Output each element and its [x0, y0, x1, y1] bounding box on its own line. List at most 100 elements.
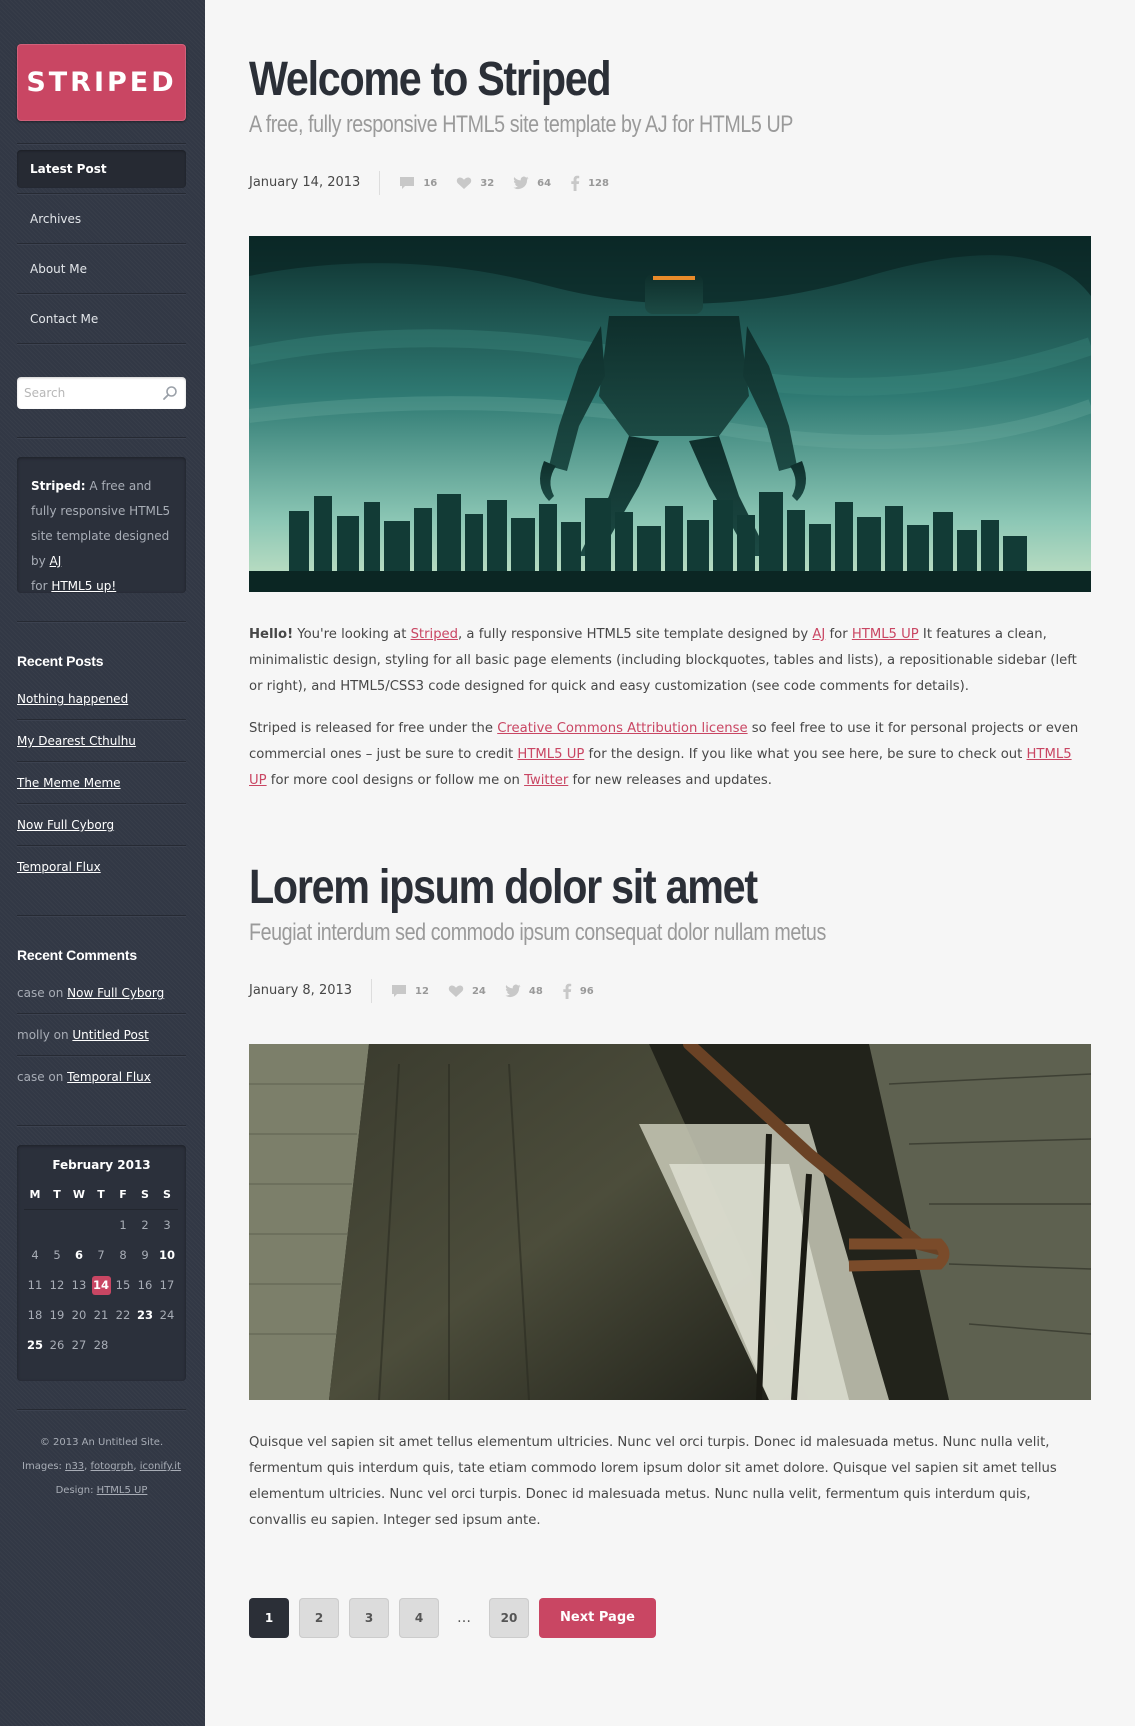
comment-post-link[interactable]: Untitled Post	[72, 1028, 148, 1042]
robot-city-image[interactable]	[249, 236, 1091, 592]
comment-on-text: on	[44, 1070, 68, 1084]
calendar-day[interactable]: 7	[90, 1240, 112, 1270]
sidebar-footer: © 2013 An Untitled Site. Images: n33, fo…	[17, 1431, 186, 1503]
calendar-day[interactable]: 19	[46, 1300, 68, 1330]
calendar-day[interactable]: 10	[156, 1240, 178, 1270]
shares-stat[interactable]: 128	[570, 175, 609, 191]
comment-post-link[interactable]: Temporal Flux	[67, 1070, 151, 1084]
calendar-day[interactable]: 12	[46, 1270, 68, 1300]
recent-post-link[interactable]: Now Full Cyborg	[17, 818, 114, 832]
post-meta: January 14, 2013 16 32 64 128	[249, 165, 1091, 201]
calendar-day-header: W	[68, 1180, 90, 1210]
recent-comments-section: Recent Comments case on Now Full Cyborg …	[17, 947, 186, 1097]
page-button-2[interactable]: 2	[299, 1598, 339, 1638]
calendar-day[interactable]: 13	[68, 1270, 90, 1300]
body-text: for the design. If you like what you see…	[584, 747, 1027, 762]
calendar-day[interactable]: 11	[24, 1270, 46, 1300]
calendar-day[interactable]: 18	[24, 1300, 46, 1330]
calendar-day[interactable]: 25	[24, 1330, 46, 1360]
shares-count: 96	[579, 985, 594, 997]
calendar-day[interactable]: 14	[90, 1270, 112, 1300]
next-page-button[interactable]: Next Page	[539, 1598, 656, 1638]
heart-icon	[457, 177, 472, 189]
calendar-day[interactable]: 28	[90, 1330, 112, 1360]
link-html5up[interactable]: HTML5 UP	[852, 627, 919, 642]
comment-post-link[interactable]: Now Full Cyborg	[67, 986, 164, 1000]
tweets-stat[interactable]: 48	[505, 984, 543, 998]
recent-post-link[interactable]: My Dearest Cthulhu	[17, 734, 136, 748]
pagination-ellipsis: …	[457, 1610, 471, 1626]
page-button-last[interactable]: 20	[489, 1598, 529, 1638]
calendar-day[interactable]: 3	[156, 1210, 178, 1240]
link-twitter[interactable]: Twitter	[524, 773, 568, 788]
calendar: February 2013 M T W T F S S 1 2 3 4 5 6 7 8 9 10 11 12 13 14…	[17, 1145, 186, 1381]
page-button-1[interactable]: 1	[249, 1598, 289, 1638]
likes-stat[interactable]: 24	[448, 984, 486, 998]
about-link-html5up[interactable]: HTML5 up!	[51, 579, 116, 593]
calendar-day[interactable]: 9	[134, 1240, 156, 1270]
recent-post-link[interactable]: Nothing happened	[17, 692, 128, 706]
calendar-day[interactable]: 22	[112, 1300, 134, 1330]
post-body: Quisque vel sapien sit amet tellus eleme…	[249, 1430, 1091, 1534]
calendar-day[interactable]: 20	[68, 1300, 90, 1330]
link-cc-license[interactable]: Creative Commons Attribution license	[497, 721, 747, 736]
search-icon[interactable]	[162, 385, 178, 401]
comments-stat[interactable]: 16	[399, 176, 437, 190]
nav-item-latest-post[interactable]: Latest Post	[17, 150, 186, 188]
link-aj[interactable]: AJ	[812, 627, 825, 642]
calendar-day[interactable]: 17	[156, 1270, 178, 1300]
calendar-day[interactable]: 5	[46, 1240, 68, 1270]
nav-item-archives[interactable]: Archives	[17, 200, 186, 238]
nav-item-contact-me[interactable]: Contact Me	[17, 300, 186, 338]
shares-stat[interactable]: 96	[562, 983, 594, 999]
credit-link-fotogrph[interactable]: fotogrph	[91, 1461, 134, 1472]
post-subtitle: A free, fully responsive HTML5 site temp…	[249, 111, 794, 138]
calendar-day[interactable]: 4	[24, 1240, 46, 1270]
link-striped[interactable]: Striped	[411, 627, 458, 642]
shares-count: 128	[588, 177, 609, 189]
site-logo[interactable]: STRIPED	[17, 44, 186, 121]
calendar-day[interactable]: 27	[68, 1330, 90, 1360]
post-subtitle: Feugiat interdum sed commodo ipsum conse…	[249, 919, 826, 946]
calendar-day[interactable]: 23	[134, 1300, 156, 1330]
recent-comments-heading: Recent Comments	[17, 947, 137, 963]
twitter-icon	[513, 176, 529, 190]
calendar-empty-cell	[68, 1210, 90, 1240]
credit-link-html5up[interactable]: HTML5 UP	[97, 1485, 148, 1496]
credit-link-n33[interactable]: n33	[65, 1461, 84, 1472]
link-html5up[interactable]: HTML5 UP	[517, 747, 584, 762]
calendar-grid: M T W T F S S 1 2 3 4 5 6 7 8 9 10 11 12 13 14 15 16 17 18 19 20 21…	[24, 1180, 186, 1360]
calendar-day[interactable]: 21	[90, 1300, 112, 1330]
stairwell-image[interactable]	[249, 1044, 1091, 1400]
calendar-day[interactable]: 6	[68, 1240, 90, 1270]
post-paragraph: Quisque vel sapien sit amet tellus eleme…	[249, 1435, 1057, 1528]
calendar-day[interactable]: 2	[134, 1210, 156, 1240]
page-button-3[interactable]: 3	[349, 1598, 389, 1638]
calendar-day[interactable]: 1	[112, 1210, 134, 1240]
nav-item-about-me[interactable]: About Me	[17, 250, 186, 288]
tweets-stat[interactable]: 64	[513, 176, 551, 190]
calendar-day[interactable]: 24	[156, 1300, 178, 1330]
calendar-empty-cell	[90, 1210, 112, 1240]
tweets-count: 64	[537, 177, 552, 189]
post-paragraph: Hello! You're looking at Striped, a full…	[249, 622, 1091, 700]
list-item: The Meme Meme	[17, 763, 186, 803]
page-button-4[interactable]: 4	[399, 1598, 439, 1638]
about-link-aj[interactable]: AJ	[50, 554, 62, 568]
comment-icon	[392, 985, 407, 997]
comments-stat[interactable]: 12	[391, 984, 429, 998]
calendar-empty-cell	[46, 1210, 68, 1240]
post-title[interactable]: Welcome to Striped	[249, 52, 973, 107]
search-input[interactable]	[17, 377, 157, 409]
recent-post-link[interactable]: Temporal Flux	[17, 860, 101, 874]
post-title[interactable]: Lorem ipsum dolor sit amet	[249, 860, 973, 915]
likes-stat[interactable]: 32	[456, 176, 494, 190]
comment-author: case	[17, 1070, 45, 1084]
calendar-day[interactable]: 15	[112, 1270, 134, 1300]
calendar-today[interactable]: 14	[91, 1276, 111, 1295]
credit-link-iconify[interactable]: iconify.it	[140, 1461, 181, 1472]
calendar-day[interactable]: 8	[112, 1240, 134, 1270]
recent-post-link[interactable]: The Meme Meme	[17, 776, 121, 790]
calendar-day[interactable]: 16	[134, 1270, 156, 1300]
calendar-day[interactable]: 26	[46, 1330, 68, 1360]
